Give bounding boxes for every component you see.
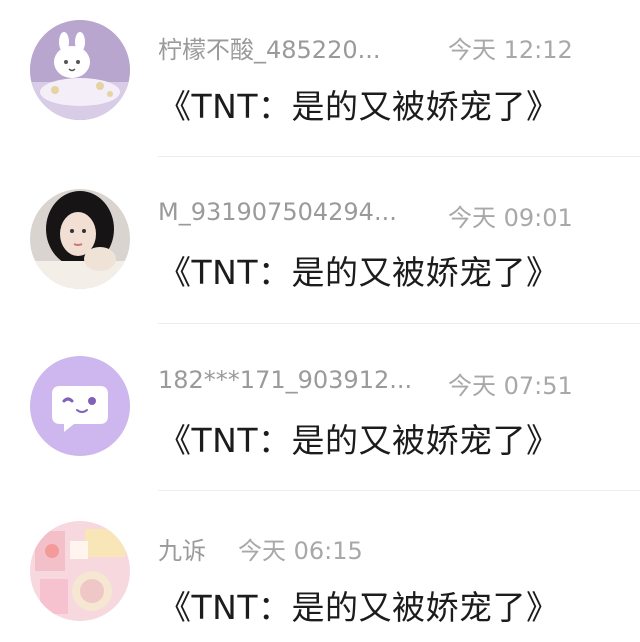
message-preview: 《TNT：是的又被娇宠了》 <box>158 588 560 627</box>
message-time: 今天 06:15 <box>238 537 363 565</box>
conversation-item[interactable]: 柠檬不酸_485220... 今天 12:12 《TNT：是的又被娇宠了》 <box>0 0 640 167</box>
conversation-item[interactable]: M_931907504294... 今天 09:01 《TNT：是的又被娇宠了》 <box>0 167 640 334</box>
message-preview: 《TNT：是的又被娇宠了》 <box>158 253 560 292</box>
contact-name: 182***171_903912... <box>158 366 413 394</box>
conversation-list: 柠檬不酸_485220... 今天 12:12 《TNT：是的又被娇宠了》 M_… <box>0 0 640 642</box>
contact-name: 柠檬不酸_485220... <box>158 36 381 64</box>
message-time: 今天 09:01 <box>448 204 573 232</box>
divider <box>158 490 640 491</box>
pink-collage-avatar[interactable] <box>30 521 130 621</box>
cartoon-bunny-bath-avatar[interactable] <box>30 20 130 120</box>
chat-bubble-face-avatar[interactable] <box>30 356 130 456</box>
message-preview: 《TNT：是的又被娇宠了》 <box>158 421 560 460</box>
conversation-item[interactable]: 182***171_903912... 今天 07:51 《TNT：是的又被娇宠… <box>0 334 640 501</box>
chat-bubble-face-icon <box>30 356 130 456</box>
message-preview: 《TNT：是的又被娇宠了》 <box>158 87 560 126</box>
divider <box>158 156 640 157</box>
girl-portrait-icon <box>30 189 130 289</box>
contact-name: 九诉 <box>158 537 206 565</box>
girl-portrait-avatar[interactable] <box>30 189 130 289</box>
contact-name: M_931907504294... <box>158 198 397 226</box>
conversation-item[interactable]: 九诉 今天 06:15 《TNT：是的又被娇宠了》 <box>0 501 640 642</box>
divider <box>158 323 640 324</box>
message-time: 今天 07:51 <box>448 372 573 400</box>
message-time: 今天 12:12 <box>448 36 573 64</box>
pink-collage-icon <box>30 521 130 621</box>
cartoon-bunny-bath-icon <box>30 20 130 120</box>
